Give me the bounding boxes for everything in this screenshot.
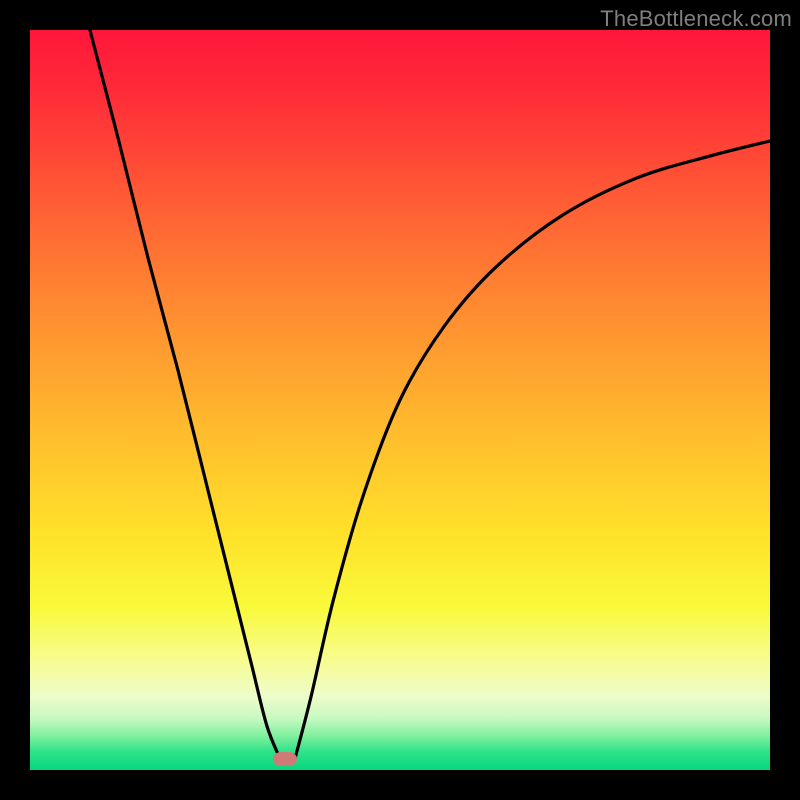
watermark-text: TheBottleneck.com bbox=[600, 6, 792, 32]
optimal-point-marker bbox=[273, 752, 297, 766]
bottleneck-curve bbox=[30, 30, 770, 770]
plot-frame bbox=[30, 30, 770, 770]
